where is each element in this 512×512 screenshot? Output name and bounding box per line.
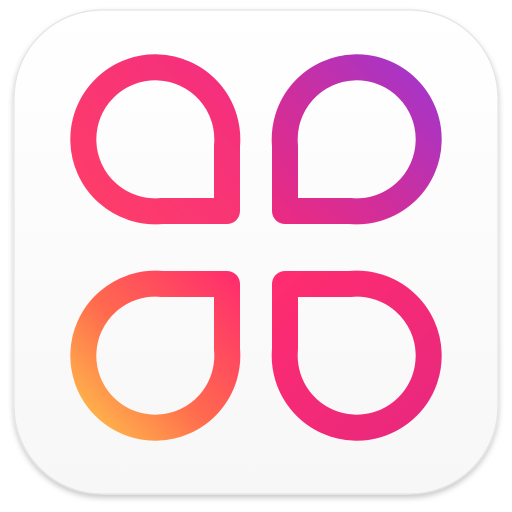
app-icon-canvas [0, 0, 512, 512]
app-icon[interactable] [0, 0, 512, 512]
app-tile [13, 9, 499, 495]
